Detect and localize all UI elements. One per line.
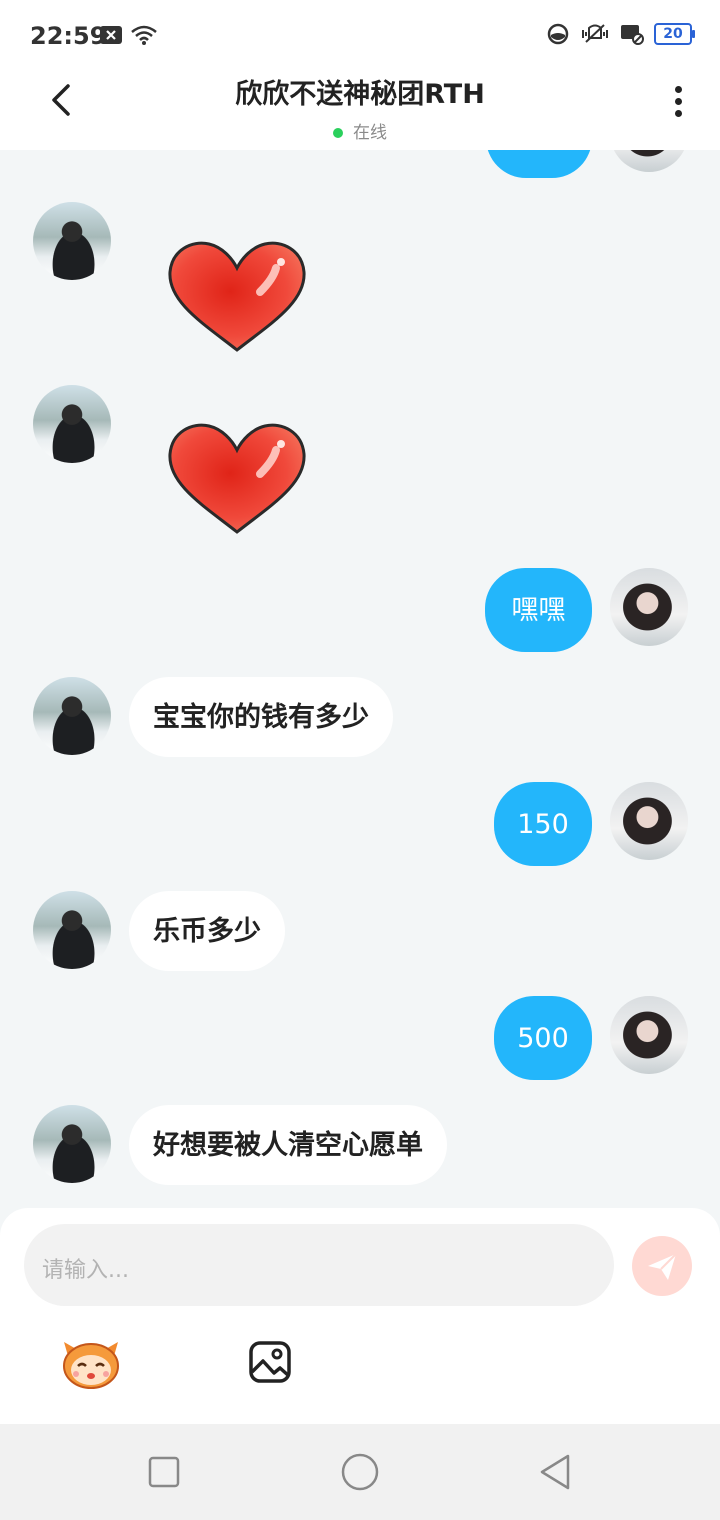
- dnd-icon: [621, 25, 644, 45]
- circle-icon: [341, 1453, 379, 1491]
- heart-sticker[interactable]: [164, 420, 310, 540]
- status-left-icons: [100, 24, 158, 46]
- message-text: 嘿嘿: [511, 594, 566, 626]
- system-nav-bar: [0, 1424, 720, 1520]
- my-avatar[interactable]: [610, 150, 688, 172]
- close-box-icon: [100, 26, 122, 44]
- message-bubble-partial[interactable]: [486, 150, 592, 178]
- emoji-button[interactable]: [60, 1336, 122, 1390]
- my-avatar[interactable]: [610, 782, 688, 860]
- contact-avatar[interactable]: [33, 891, 111, 969]
- my-avatar[interactable]: [610, 568, 688, 646]
- outgoing-message[interactable]: 500: [494, 996, 592, 1080]
- back-nav-button[interactable]: [536, 1452, 576, 1492]
- paper-plane-icon: [648, 1253, 677, 1280]
- recent-apps-button[interactable]: [144, 1452, 184, 1492]
- status-time: 22:59: [30, 22, 107, 50]
- online-status-label: 在线: [353, 123, 387, 143]
- chat-title: 欣欣不送神秘团RTH: [235, 79, 485, 110]
- vibrate-icon: [582, 24, 608, 43]
- message-text: 乐币多少: [153, 915, 261, 947]
- chat-header: 欣欣不送神秘团RTH 在线: [0, 72, 720, 150]
- status-bar: 22:59 20: [0, 0, 720, 72]
- status-right-icons: 20: [546, 22, 695, 46]
- emoji-icon: [63, 1342, 119, 1389]
- more-dot-icon: [674, 110, 682, 117]
- incoming-message[interactable]: 乐币多少: [129, 891, 285, 971]
- incoming-message[interactable]: 好想要被人清空心愿单: [129, 1105, 447, 1185]
- image-icon: [249, 1341, 291, 1383]
- square-icon: [148, 1456, 180, 1488]
- contact-avatar[interactable]: [33, 202, 111, 280]
- message-input[interactable]: 请输入...: [24, 1224, 614, 1306]
- online-status: 在线: [0, 118, 720, 143]
- input-placeholder: 请输入...: [42, 1258, 129, 1283]
- message-text: 宝宝你的钱有多少: [153, 701, 369, 733]
- home-button[interactable]: [340, 1452, 380, 1492]
- battery-icon: 20: [654, 23, 695, 45]
- message-composer: 请输入...: [0, 1208, 720, 1424]
- incoming-message[interactable]: 宝宝你的钱有多少: [129, 677, 393, 757]
- online-dot-icon: [333, 128, 343, 138]
- more-options-button[interactable]: [670, 82, 686, 122]
- contact-avatar[interactable]: [33, 1105, 111, 1183]
- more-dot-icon: [674, 86, 682, 93]
- message-list[interactable]: 嘿嘿 宝宝你的钱有多少 150 乐币多少 500 好想要被人清空心愿单: [0, 150, 720, 1208]
- message-text: 好想要被人清空心愿单: [153, 1129, 423, 1161]
- more-dot-icon: [674, 98, 682, 105]
- message-text: 500: [517, 1022, 569, 1054]
- my-avatar[interactable]: [610, 996, 688, 1074]
- outgoing-message[interactable]: 150: [494, 782, 592, 866]
- image-button[interactable]: [248, 1340, 292, 1384]
- send-button[interactable]: [632, 1236, 692, 1296]
- message-text: 150: [517, 808, 569, 840]
- wifi-icon: [131, 25, 157, 45]
- outgoing-message[interactable]: 嘿嘿: [485, 568, 592, 652]
- triangle-back-icon: [540, 1454, 570, 1490]
- heart-sticker[interactable]: [164, 238, 310, 358]
- contact-avatar[interactable]: [33, 677, 111, 755]
- data-saver-icon: [547, 23, 569, 45]
- contact-avatar[interactable]: [33, 385, 111, 463]
